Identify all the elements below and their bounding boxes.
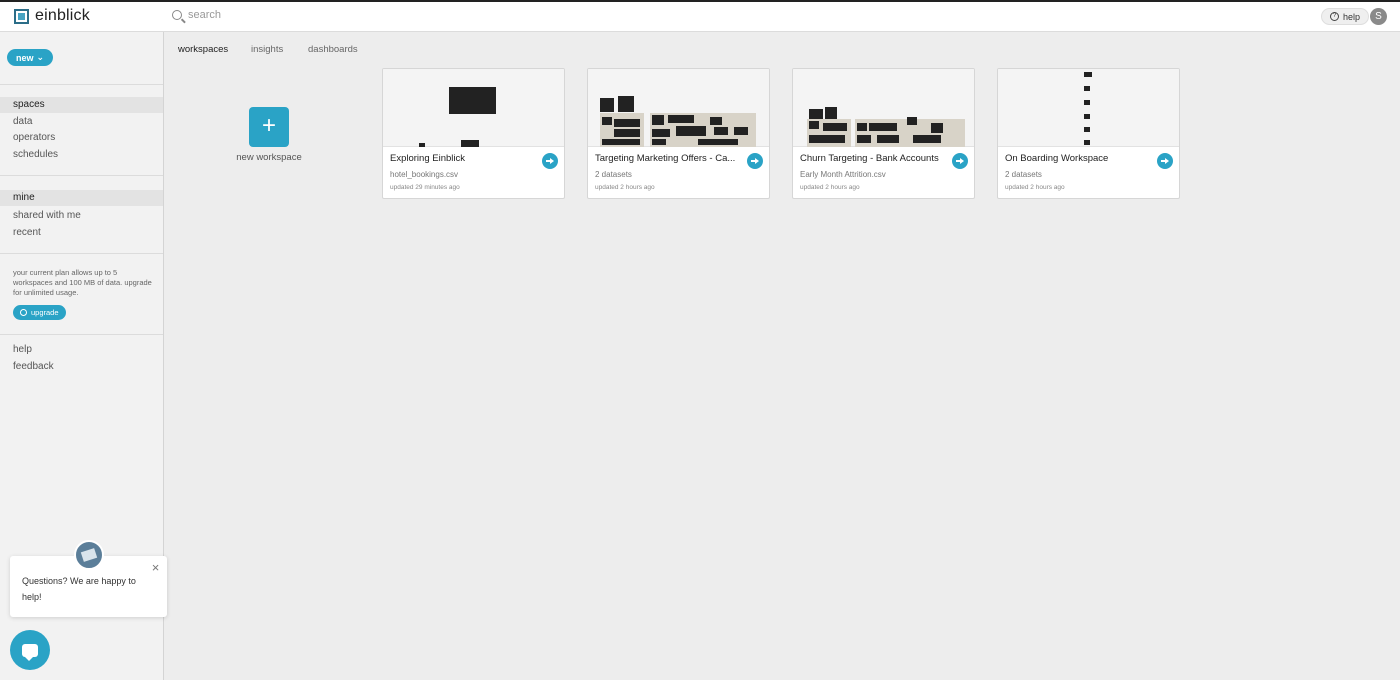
chat-launcher-button[interactable] [10, 630, 50, 670]
sidebar-item-schedules[interactable]: schedules [0, 147, 163, 163]
workspace-card[interactable]: Exploring Einblick hotel_bookings.csv up… [382, 68, 565, 199]
workspace-card[interactable]: Targeting Marketing Offers - Ca... 2 dat… [587, 68, 770, 199]
divider [0, 253, 163, 254]
new-workspace-button[interactable]: + [249, 107, 289, 147]
new-button-label: new [16, 52, 34, 63]
einblick-logo-icon [14, 8, 29, 24]
workspace-preview [588, 69, 769, 147]
support-avatar [74, 540, 104, 570]
sidebar-item-spaces[interactable]: spaces [0, 97, 163, 113]
sidebar-item-mine[interactable]: mine [0, 190, 163, 206]
new-workspace-label[interactable]: new workspace [219, 152, 319, 163]
top-bar: einblick ? help S [0, 0, 1400, 32]
upgrade-button[interactable]: upgrade [13, 305, 66, 320]
sidebar-item-data[interactable]: data [0, 114, 163, 130]
upgrade-icon [20, 309, 27, 316]
workspace-card[interactable]: Churn Targeting - Bank Accounts Early Mo… [792, 68, 975, 199]
workspace-datasets: 2 datasets [595, 170, 632, 179]
question-icon: ? [1330, 12, 1339, 21]
plan-notice: your current plan allows up to 5 workspa… [13, 268, 152, 297]
workspace-datasets: hotel_bookings.csv [390, 170, 459, 179]
chat-message: Questions? We are happy to help! [22, 576, 136, 602]
workspace-updated: updated 29 minutes ago [390, 184, 460, 191]
workspace-title: On Boarding Workspace [1005, 153, 1109, 164]
workspace-card[interactable]: On Boarding Workspace 2 datasets updated… [997, 68, 1180, 199]
user-avatar[interactable]: S [1370, 8, 1387, 25]
workspace-updated: updated 2 hours ago [800, 184, 860, 191]
tab-insights[interactable]: insights [251, 44, 283, 55]
divider [0, 334, 163, 335]
sidebar-item-operators[interactable]: operators [0, 130, 163, 146]
search-bar[interactable] [172, 9, 588, 21]
divider [0, 175, 163, 176]
workspace-datasets: 2 datasets [1005, 170, 1042, 179]
app-name: einblick [35, 7, 90, 24]
sidebar-item-help[interactable]: help [0, 342, 163, 358]
workspace-updated: updated 2 hours ago [595, 184, 655, 191]
close-icon[interactable]: × [150, 561, 161, 574]
tab-workspaces[interactable]: workspaces [178, 44, 228, 55]
workspace-preview [383, 69, 564, 147]
new-button[interactable]: new ⌄ [7, 49, 54, 66]
app-logo[interactable]: einblick [14, 7, 90, 25]
sidebar-item-shared-with-me[interactable]: shared with me [0, 208, 163, 224]
workspace-datasets: Early Month Attrition.csv [800, 170, 886, 179]
upgrade-label: upgrade [31, 308, 59, 317]
divider [0, 84, 163, 85]
workspace-title: Targeting Marketing Offers - Ca... [595, 153, 736, 164]
workspace-updated: updated 2 hours ago [1005, 184, 1065, 191]
open-workspace-icon[interactable] [542, 153, 558, 169]
open-workspace-icon[interactable] [1157, 153, 1173, 169]
workspace-title: Churn Targeting - Bank Accounts [800, 153, 939, 164]
workspace-title: Exploring Einblick [390, 153, 465, 164]
sidebar-item-feedback[interactable]: feedback [0, 359, 163, 375]
workspace-preview [998, 69, 1179, 147]
open-workspace-icon[interactable] [952, 153, 968, 169]
open-workspace-icon[interactable] [747, 153, 763, 169]
chat-bubble-icon [22, 643, 38, 661]
search-icon [172, 10, 182, 20]
search-input[interactable] [188, 9, 588, 21]
help-label: help [1343, 11, 1361, 22]
help-button[interactable]: ? help [1321, 8, 1370, 25]
chevron-down-icon: ⌄ [36, 52, 45, 62]
workspace-preview [793, 69, 974, 147]
tab-dashboards[interactable]: dashboards [308, 44, 358, 55]
sidebar-item-recent[interactable]: recent [0, 225, 163, 241]
